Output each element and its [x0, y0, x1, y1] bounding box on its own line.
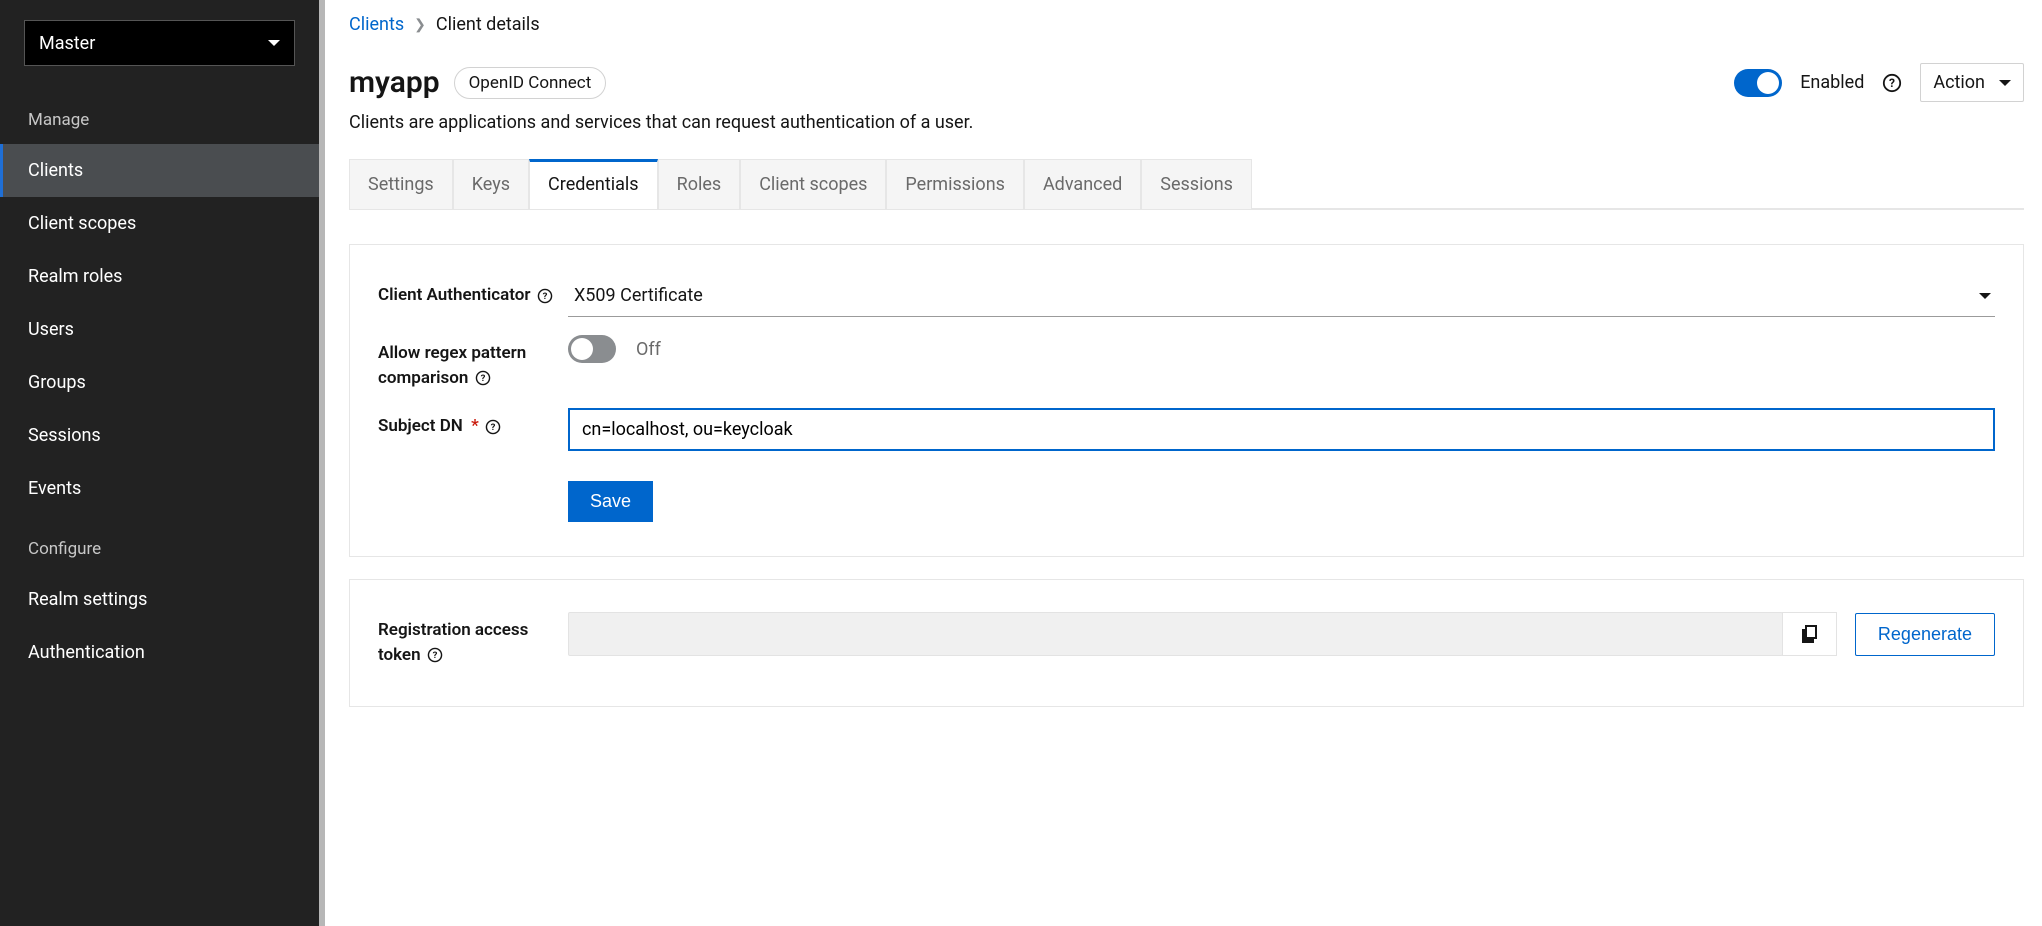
subject-dn-label: Subject DN * ?	[378, 408, 568, 439]
page-title: myapp	[349, 65, 440, 100]
realm-selector-label: Master	[39, 33, 95, 54]
protocol-chip: OpenID Connect	[454, 67, 607, 99]
registration-token-control: Regenerate	[568, 612, 1995, 656]
tab-keys[interactable]: Keys	[453, 159, 529, 209]
registration-token-input[interactable]	[568, 612, 1783, 656]
client-authenticator-row: Client Authenticator ? X509 Certificate	[378, 277, 1995, 317]
svg-text:?: ?	[480, 373, 485, 384]
tab-advanced[interactable]: Advanced	[1024, 159, 1141, 209]
registration-token-row: Registration access token ? Regenera	[378, 612, 1995, 667]
svg-text:?: ?	[1889, 76, 1895, 90]
breadcrumb: Clients ❯ Client details	[349, 14, 2024, 35]
tab-settings[interactable]: Settings	[349, 159, 453, 209]
breadcrumb-current: Client details	[436, 14, 540, 35]
action-dropdown-label: Action	[1933, 72, 1985, 93]
regex-control: Off	[568, 335, 1995, 363]
save-control: Save	[568, 481, 1995, 522]
subject-dn-label-text: Subject DN	[378, 416, 463, 436]
svg-text:?: ?	[542, 291, 547, 302]
save-button[interactable]: Save	[568, 481, 653, 522]
regex-switch[interactable]	[568, 335, 616, 363]
realm-selector-dropdown[interactable]: Master	[24, 20, 295, 66]
client-authenticator-value: X509 Certificate	[574, 285, 703, 306]
help-icon[interactable]: ?	[537, 288, 553, 304]
regex-label: Allow regex pattern comparison ?	[378, 335, 568, 390]
toggle-knob	[1757, 72, 1779, 94]
required-asterisk: *	[471, 416, 479, 436]
help-icon[interactable]: ?	[475, 370, 491, 386]
client-authenticator-label-text: Client Authenticator	[378, 285, 530, 305]
regex-switch-state: Off	[636, 339, 661, 360]
caret-down-icon	[1999, 80, 2011, 86]
enabled-label: Enabled	[1800, 72, 1864, 93]
realm-selector-wrap: Master	[0, 0, 319, 86]
svg-text:?: ?	[432, 651, 437, 662]
tab-permissions[interactable]: Permissions	[886, 159, 1024, 209]
action-dropdown[interactable]: Action	[1920, 63, 2024, 102]
regenerate-button[interactable]: Regenerate	[1855, 613, 1995, 656]
client-authenticator-control: X509 Certificate	[568, 277, 1995, 317]
client-authenticator-label: Client Authenticator ?	[378, 277, 568, 308]
tabs: Settings Keys Credentials Roles Client s…	[349, 159, 2024, 210]
sidebar-item-sessions[interactable]: Sessions	[0, 409, 319, 462]
regex-row: Allow regex pattern comparison ? Off	[378, 335, 1995, 390]
help-icon[interactable]: ?	[427, 647, 443, 663]
caret-down-icon	[1979, 293, 1991, 299]
copy-token-button[interactable]	[1782, 612, 1837, 656]
sidebar-item-authentication[interactable]: Authentication	[0, 626, 319, 679]
sidebar: Master Manage Clients Client scopes Real…	[0, 0, 325, 926]
registration-token-panel: Registration access token ? Regenera	[349, 579, 2024, 706]
main-content: Clients ❯ Client details myapp OpenID Co…	[325, 0, 2042, 926]
client-authenticator-select[interactable]: X509 Certificate	[568, 277, 1995, 317]
chevron-right-icon: ❯	[414, 17, 426, 33]
sidebar-item-events[interactable]: Events	[0, 462, 319, 515]
title-row: myapp OpenID Connect Enabled ? Action	[349, 63, 2024, 102]
tabs-spacer	[1252, 159, 2024, 209]
title-left: myapp OpenID Connect	[349, 65, 606, 100]
subject-dn-row: Subject DN * ?	[378, 408, 1995, 451]
tab-roles[interactable]: Roles	[658, 159, 741, 209]
tab-client-scopes[interactable]: Client scopes	[740, 159, 886, 209]
tab-sessions[interactable]: Sessions	[1141, 159, 1252, 209]
svg-text:?: ?	[491, 422, 496, 433]
regex-switch-row: Off	[568, 335, 1995, 363]
sidebar-item-groups[interactable]: Groups	[0, 356, 319, 409]
help-icon[interactable]: ?	[1882, 73, 1902, 93]
save-row: Save	[378, 481, 1995, 522]
regex-label-text: Allow regex pattern comparison	[378, 343, 526, 388]
sidebar-manage-list: Clients Client scopes Realm roles Users …	[0, 144, 319, 515]
breadcrumb-clients-link[interactable]: Clients	[349, 14, 404, 35]
sidebar-section-configure: Configure	[0, 515, 319, 573]
subject-dn-control	[568, 408, 1995, 451]
registration-token-label-text: Registration access token	[378, 620, 528, 665]
save-label-spacer	[378, 481, 568, 487]
title-actions: Enabled ? Action	[1734, 63, 2024, 102]
registration-token-label: Registration access token ?	[378, 612, 568, 667]
sidebar-item-realm-roles[interactable]: Realm roles	[0, 250, 319, 303]
caret-down-icon	[268, 40, 280, 46]
sidebar-item-realm-settings[interactable]: Realm settings	[0, 573, 319, 626]
subject-dn-input[interactable]	[568, 408, 1995, 451]
page-description: Clients are applications and services th…	[349, 112, 2024, 133]
credentials-panel: Client Authenticator ? X509 Certificate	[349, 244, 2024, 557]
switch-knob	[571, 338, 593, 360]
sidebar-item-clients[interactable]: Clients	[0, 144, 319, 197]
copy-icon	[1802, 625, 1817, 643]
sidebar-configure-list: Realm settings Authentication	[0, 573, 319, 679]
enabled-toggle[interactable]	[1734, 69, 1782, 97]
sidebar-item-users[interactable]: Users	[0, 303, 319, 356]
help-icon[interactable]: ?	[485, 419, 501, 435]
tab-credentials[interactable]: Credentials	[529, 159, 658, 209]
sidebar-item-client-scopes[interactable]: Client scopes	[0, 197, 319, 250]
sidebar-section-manage: Manage	[0, 86, 319, 144]
